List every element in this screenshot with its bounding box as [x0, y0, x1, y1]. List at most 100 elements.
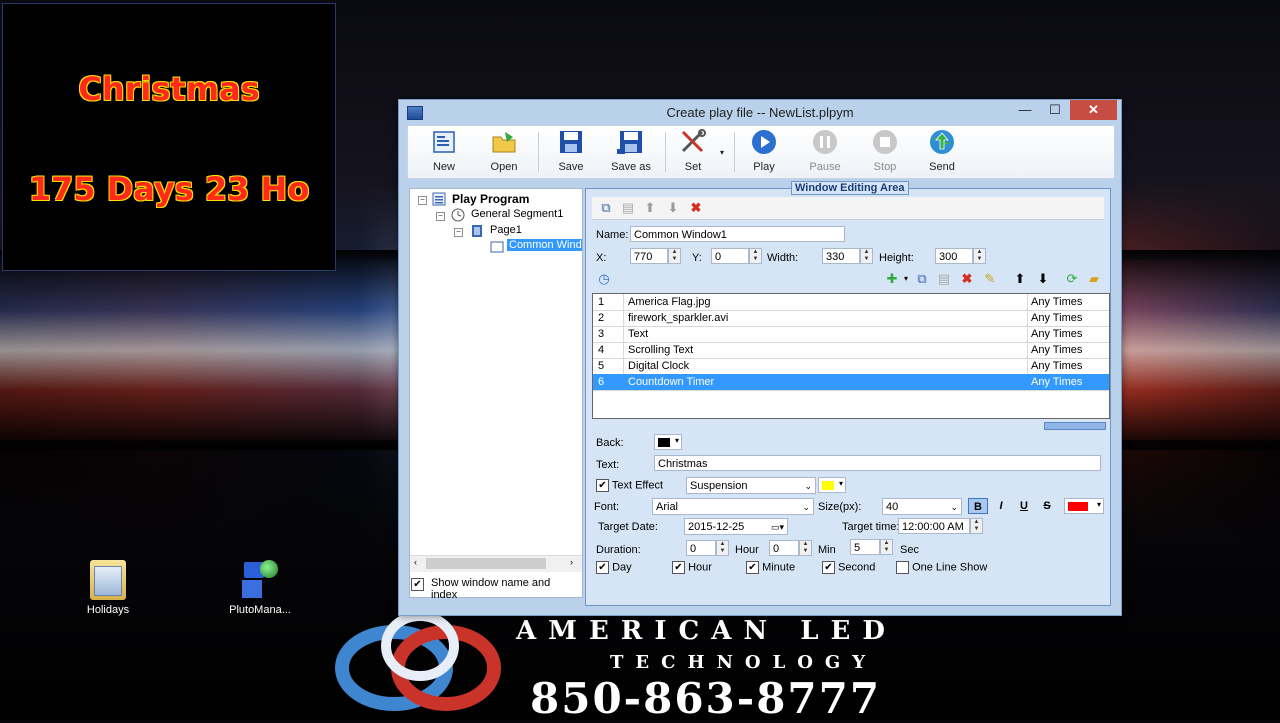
- duration-sec-input[interactable]: 5: [850, 539, 880, 555]
- back-label: Back:: [596, 437, 624, 449]
- hour-checkbox[interactable]: ✔: [672, 561, 685, 574]
- tree-collapse-toggle[interactable]: −: [454, 228, 463, 237]
- tree-collapse-toggle[interactable]: −: [436, 212, 445, 221]
- pause-button[interactable]: Pause: [805, 129, 845, 173]
- copy-icon[interactable]: ⧉: [598, 200, 614, 216]
- table-row-selected[interactable]: 6 Countdown Timer Any Times: [593, 374, 1109, 391]
- delete-icon[interactable]: ✖: [688, 200, 704, 216]
- table-row[interactable]: 4 Scrolling Text Any Times: [593, 342, 1109, 359]
- desktop-icon-label: Holidays: [86, 604, 130, 616]
- text-effect-checkbox[interactable]: ✔: [596, 479, 609, 492]
- play-button[interactable]: Play: [744, 129, 784, 173]
- text-effect-select[interactable]: Suspension ⌄: [686, 477, 816, 494]
- tree-collapse-toggle[interactable]: −: [418, 196, 427, 205]
- one-line-show-option[interactable]: One Line Show: [896, 561, 987, 574]
- second-option[interactable]: ✔ Second: [822, 561, 875, 574]
- hour-option[interactable]: ✔ Hour: [672, 561, 712, 574]
- width-input[interactable]: 330: [822, 248, 860, 264]
- open-button[interactable]: Open: [484, 129, 524, 173]
- paste-media-icon[interactable]: ▤: [936, 271, 952, 287]
- height-label: Height:: [879, 252, 914, 264]
- minimize-button[interactable]: —: [1011, 100, 1039, 120]
- scroll-right-icon[interactable]: ›: [570, 557, 573, 567]
- width-spinner[interactable]: ▲ ▼: [860, 248, 873, 264]
- send-globe-icon: [930, 130, 954, 154]
- move-media-down-icon[interactable]: ⬇: [1035, 271, 1051, 287]
- table-row[interactable]: 2 firework_sparkler.avi Any Times: [593, 310, 1109, 327]
- send-button[interactable]: Send: [922, 129, 962, 173]
- clock-icon[interactable]: ◷: [596, 271, 612, 287]
- move-media-up-icon[interactable]: ⬆: [1012, 271, 1028, 287]
- folder-icon: [90, 560, 126, 600]
- desktop-icon-plutomanager[interactable]: PlutoMana...: [220, 560, 300, 616]
- refresh-icon[interactable]: ⟳: [1064, 271, 1080, 287]
- paste-icon[interactable]: ▤: [620, 200, 636, 216]
- x-label: X:: [596, 252, 607, 264]
- text-input[interactable]: Christmas: [654, 455, 1101, 471]
- tree-node-window[interactable]: Common Window1: [507, 239, 582, 251]
- duration-hour-input[interactable]: 0: [686, 540, 716, 556]
- font-select[interactable]: Arial ⌄: [652, 498, 814, 515]
- effect-color-picker[interactable]: ▾: [818, 477, 846, 493]
- text-effect-option[interactable]: ✔ Text Effect: [596, 479, 663, 492]
- target-date-picker[interactable]: 2015-12-25 ▭▾: [684, 518, 788, 535]
- delete-media-icon[interactable]: ✖: [959, 271, 975, 287]
- minute-checkbox[interactable]: ✔: [746, 561, 759, 574]
- duration-min-input[interactable]: 0: [769, 540, 799, 556]
- target-time-input[interactable]: 12:00:00 AM: [898, 518, 970, 534]
- italic-button[interactable]: I: [991, 498, 1011, 514]
- move-down-icon[interactable]: ⬇: [665, 200, 681, 216]
- tree-node-play-program[interactable]: Play Program: [452, 192, 529, 206]
- set-dropdown-arrow[interactable]: ▾: [716, 148, 728, 157]
- stop-button[interactable]: Stop: [865, 129, 905, 173]
- folder-open-icon[interactable]: ▰: [1086, 271, 1102, 287]
- duration-sec-spinner[interactable]: ▲ ▼: [880, 539, 893, 555]
- scroll-left-icon[interactable]: ‹: [414, 557, 417, 567]
- new-button[interactable]: New: [424, 129, 464, 173]
- back-color-picker[interactable]: ▾: [654, 434, 682, 450]
- second-checkbox[interactable]: ✔: [822, 561, 835, 574]
- table-row[interactable]: 5 Digital Clock Any Times: [593, 358, 1109, 375]
- y-input[interactable]: 0: [711, 248, 749, 264]
- day-option[interactable]: ✔ Day: [596, 561, 632, 574]
- panel-splitter[interactable]: [1044, 422, 1106, 430]
- table-row[interactable]: 3 Text Any Times: [593, 326, 1109, 343]
- save-as-label: Save as: [611, 161, 651, 173]
- led-line-1: Christmas: [78, 70, 260, 108]
- save-as-button[interactable]: Save as: [608, 129, 654, 173]
- show-window-name-checkbox[interactable]: ✔: [411, 578, 424, 591]
- maximize-button[interactable]: ☐: [1041, 100, 1069, 120]
- duration-hour-spinner[interactable]: ▲ ▼: [716, 540, 729, 556]
- copy-media-icon[interactable]: ⧉: [914, 271, 930, 287]
- bold-button[interactable]: B: [968, 498, 988, 514]
- add-media-dropdown-icon[interactable]: ▾: [898, 271, 914, 287]
- table-row[interactable]: 1 America Flag.jpg Any Times: [593, 294, 1109, 311]
- tree-horizontal-scrollbar[interactable]: ‹ ›: [410, 555, 582, 572]
- title-bar[interactable]: Create play file -- NewList.plpym — ☐ ✕: [399, 100, 1121, 124]
- underline-button[interactable]: U: [1014, 498, 1034, 514]
- duration-min-spinner[interactable]: ▲ ▼: [799, 540, 812, 556]
- move-up-icon[interactable]: ⬆: [642, 200, 658, 216]
- tree-node-page[interactable]: Page1: [490, 224, 522, 236]
- x-spinner[interactable]: ▲ ▼: [668, 248, 681, 264]
- scrollbar-thumb[interactable]: [426, 558, 546, 569]
- height-input[interactable]: 300: [935, 248, 973, 264]
- y-spinner[interactable]: ▲ ▼: [749, 248, 762, 264]
- size-select[interactable]: 40 ⌄: [882, 498, 962, 515]
- x-input[interactable]: 770: [630, 248, 668, 264]
- window-name-input[interactable]: Common Window1: [630, 226, 845, 242]
- one-line-show-checkbox[interactable]: [896, 561, 909, 574]
- day-checkbox[interactable]: ✔: [596, 561, 609, 574]
- set-button[interactable]: Set: [673, 129, 713, 173]
- edit-media-icon[interactable]: ✎: [982, 271, 998, 287]
- show-window-name-option[interactable]: ✔ Show window name and index: [411, 577, 550, 601]
- strikethrough-button[interactable]: S: [1037, 498, 1057, 514]
- save-button[interactable]: Save: [551, 129, 591, 173]
- tree-node-segment[interactable]: General Segment1: [471, 208, 563, 220]
- target-time-spinner[interactable]: ▲ ▼: [970, 518, 983, 534]
- minute-option[interactable]: ✔ Minute: [746, 561, 795, 574]
- close-button[interactable]: ✕: [1070, 100, 1117, 120]
- desktop-icon-holidays[interactable]: Holidays: [68, 560, 148, 616]
- font-color-picker[interactable]: ▾: [1064, 498, 1104, 514]
- height-spinner[interactable]: ▲ ▼: [973, 248, 986, 264]
